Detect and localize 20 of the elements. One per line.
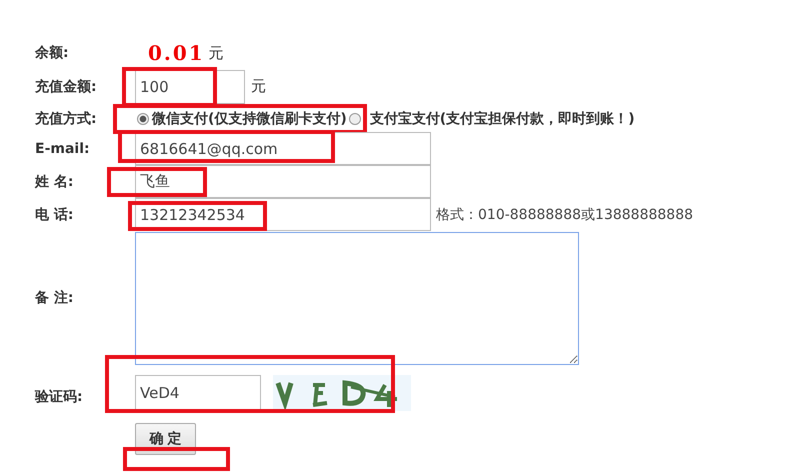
field-label: 余额: <box>35 44 70 62</box>
unit-label: 元 <box>251 77 266 96</box>
unit-label: 元 <box>208 44 224 62</box>
field-label: 充值金额: <box>35 78 98 96</box>
field-label: 姓 名: <box>35 172 74 190</box>
captcha-field[interactable]: VeD4 <box>135 375 261 411</box>
field-label: 验证码: <box>35 388 84 406</box>
option-label[interactable]: 支付宝支付(支付宝担保付款，即时到账！) <box>370 110 635 128</box>
radio-button[interactable] <box>137 112 149 124</box>
field-label: E-mail: <box>35 140 91 156</box>
radio-button[interactable] <box>348 112 361 124</box>
format-hint: 格式：010-88888888或13888888888 <box>436 206 694 224</box>
field-label: 充值方式: <box>35 110 98 128</box>
option-label[interactable]: 微信支付(仅支持微信刷卡支付) <box>152 110 347 128</box>
field-label: 电 话: <box>35 206 74 224</box>
amount-field[interactable]: 100 <box>135 70 245 104</box>
field-label: 备 注: <box>35 289 74 307</box>
name-field[interactable]: 飞鱼 <box>135 165 431 198</box>
balance-amount: 0.01 <box>148 41 205 65</box>
note-field[interactable] <box>135 232 579 364</box>
